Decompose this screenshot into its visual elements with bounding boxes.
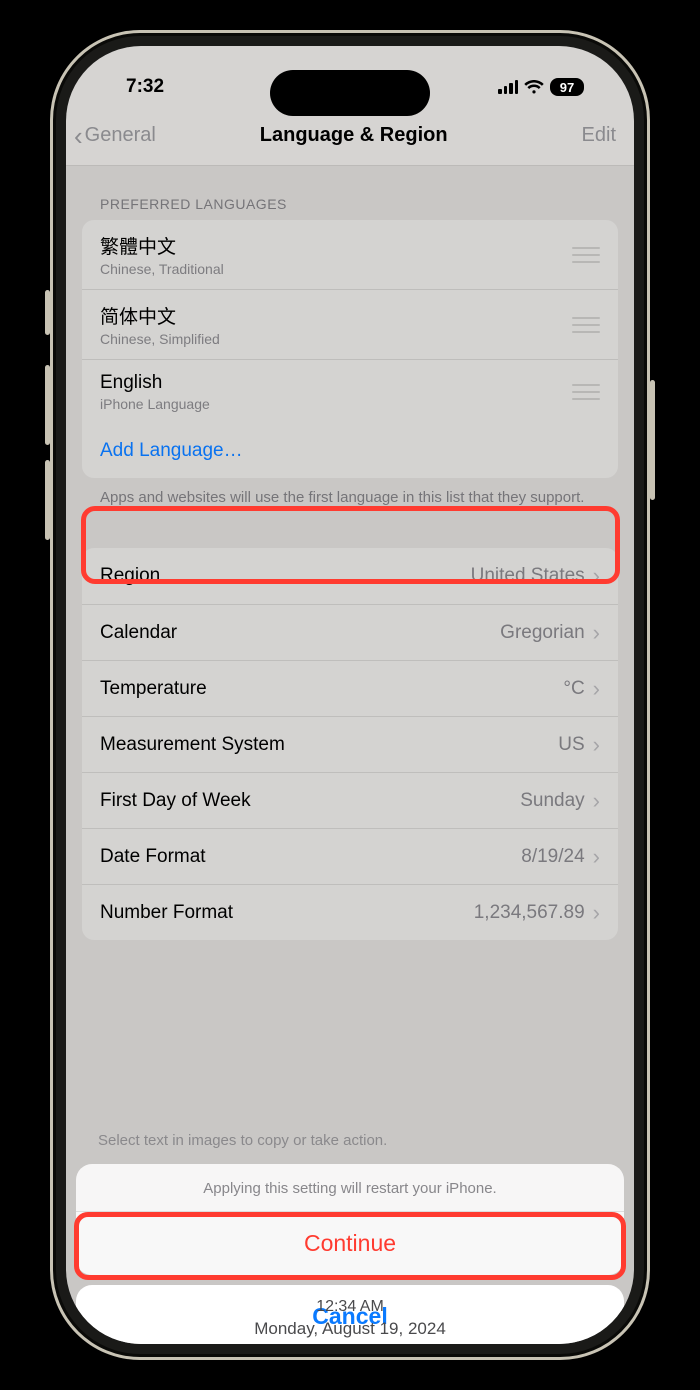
chevron-right-icon: › [593,565,600,587]
language-sub: iPhone Language [100,396,562,412]
phone-screen: 7:32 97 ‹ General Language & Region Edit [66,46,634,1344]
cellular-icon [498,80,518,94]
section-footer-languages: Apps and websites will use the first lan… [66,478,634,508]
row-first-day[interactable]: First Day of Week Sunday › [82,772,618,828]
chevron-right-icon: › [593,622,600,644]
obscured-footer-text: Select text in images to copy or take ac… [98,1132,387,1149]
action-sheet: Applying this setting will restart your … [76,1164,624,1344]
region-settings-card: Region United States › Calendar Gregoria… [82,548,618,940]
reorder-handle-icon[interactable] [572,247,600,263]
language-row[interactable]: 繁體中文 Chinese, Traditional [82,220,618,289]
chevron-right-icon: › [593,734,600,756]
cancel-button[interactable]: Cancel [76,1285,624,1344]
language-row[interactable]: 简体中文 Chinese, Simplified [82,289,618,359]
chevron-left-icon: ‹ [74,123,83,149]
phone-frame: 7:32 97 ‹ General Language & Region Edit [50,30,650,1360]
reorder-handle-icon[interactable] [572,317,600,333]
content-scroll[interactable]: PREFERRED LANGUAGES 繁體中文 Chinese, Tradit… [66,166,634,1344]
language-sub: Chinese, Traditional [100,261,562,277]
page-title: Language & Region [126,124,582,147]
language-name: 繁體中文 [100,232,562,259]
section-header-languages: PREFERRED LANGUAGES [66,166,634,220]
row-date-format[interactable]: Date Format 8/19/24 › [82,828,618,884]
row-number-format[interactable]: Number Format 1,234,567.89 › [82,884,618,940]
edit-button[interactable]: Edit [582,124,616,147]
wifi-icon [524,80,544,95]
preferred-languages-card: 繁體中文 Chinese, Traditional 简体中文 Chinese, … [82,220,618,478]
sheet-message: Applying this setting will restart your … [76,1164,624,1212]
row-calendar[interactable]: Calendar Gregorian › [82,604,618,660]
row-measurement[interactable]: Measurement System US › [82,716,618,772]
language-row-english[interactable]: English iPhone Language [82,359,618,424]
add-language-button[interactable]: Add Language… [82,424,618,478]
row-region[interactable]: Region United States › [82,548,618,604]
battery-indicator: 97 [550,78,584,96]
chevron-right-icon: › [593,790,600,812]
chevron-right-icon: › [593,678,600,700]
language-name: 简体中文 [100,302,562,329]
status-time: 7:32 [126,76,164,98]
chevron-right-icon: › [593,846,600,868]
chevron-right-icon: › [593,902,600,924]
reorder-handle-icon[interactable] [572,384,600,400]
continue-button[interactable]: Continue [76,1212,624,1275]
row-temperature[interactable]: Temperature °C › [82,660,618,716]
language-name: English [100,372,562,394]
dynamic-island [270,70,430,116]
language-sub: Chinese, Simplified [100,331,562,347]
